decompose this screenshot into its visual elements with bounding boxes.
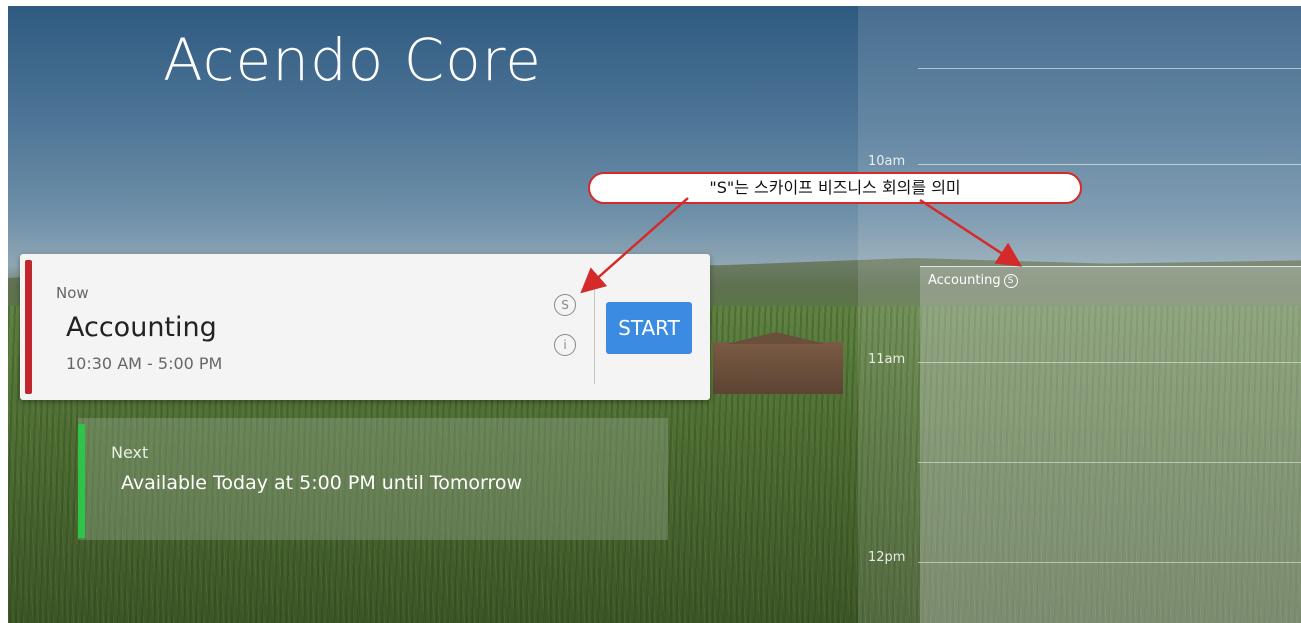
app-title: Acendo Core	[163, 26, 542, 94]
current-meeting-card: Now Accounting 10:30 AM - 5:00 PM S i ST…	[20, 254, 710, 400]
card-divider	[594, 288, 595, 384]
hour-label-11am: 11am	[868, 352, 906, 367]
meeting-time: 10:30 AM - 5:00 PM	[66, 354, 223, 373]
hour-divider	[918, 68, 1301, 69]
next-label: Next	[111, 443, 149, 462]
timeline-event-accounting[interactable]: Accounting S	[920, 266, 1301, 623]
next-availability-text: Available Today at 5:00 PM until Tomorro…	[121, 472, 523, 494]
farmhouse-image	[713, 342, 843, 394]
meeting-title: Accounting	[66, 312, 217, 343]
hour-divider	[918, 164, 1301, 165]
hour-label-12pm: 12pm	[868, 550, 906, 565]
skype-icon[interactable]: S	[554, 294, 576, 316]
hour-label-10am: 10am	[868, 154, 906, 169]
next-meeting-card: Next Available Today at 5:00 PM until To…	[78, 418, 668, 540]
skype-icon: S	[1003, 273, 1018, 288]
info-icon[interactable]: i	[554, 334, 576, 356]
timeline-event-title: Accounting S	[928, 273, 1018, 288]
timeline-event-label: Accounting	[928, 273, 1001, 288]
now-label: Now	[56, 284, 89, 302]
next-status-indicator	[78, 424, 85, 538]
annotation-callout: "S"는 스카이프 비즈니스 회의를 의미	[588, 172, 1082, 204]
start-meeting-button[interactable]: START	[606, 302, 692, 354]
now-status-indicator	[25, 260, 32, 394]
